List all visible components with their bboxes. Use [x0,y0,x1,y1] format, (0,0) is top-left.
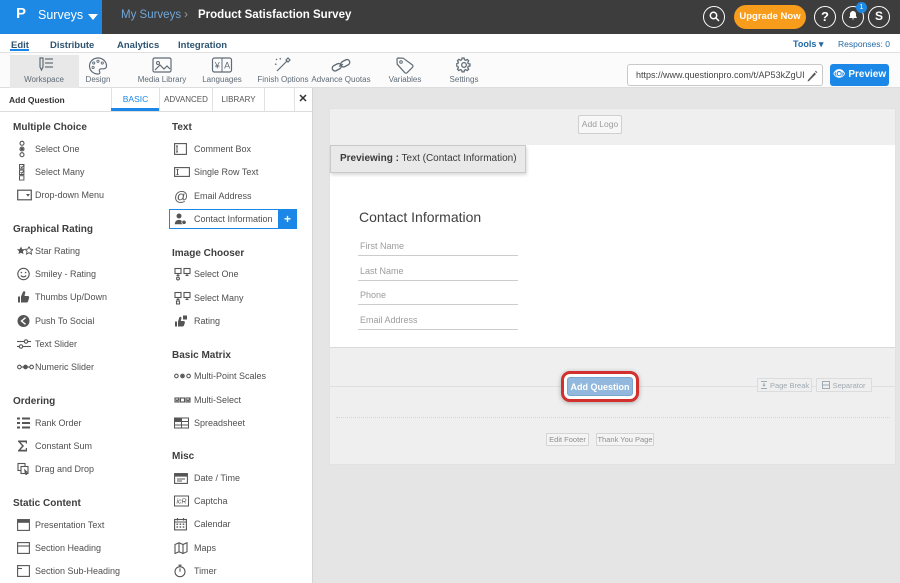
svg-text:@: @ [174,189,188,203]
svg-text:icR: icR [177,499,187,506]
svg-text:A: A [224,61,230,71]
svg-text:¥: ¥ [214,61,221,71]
